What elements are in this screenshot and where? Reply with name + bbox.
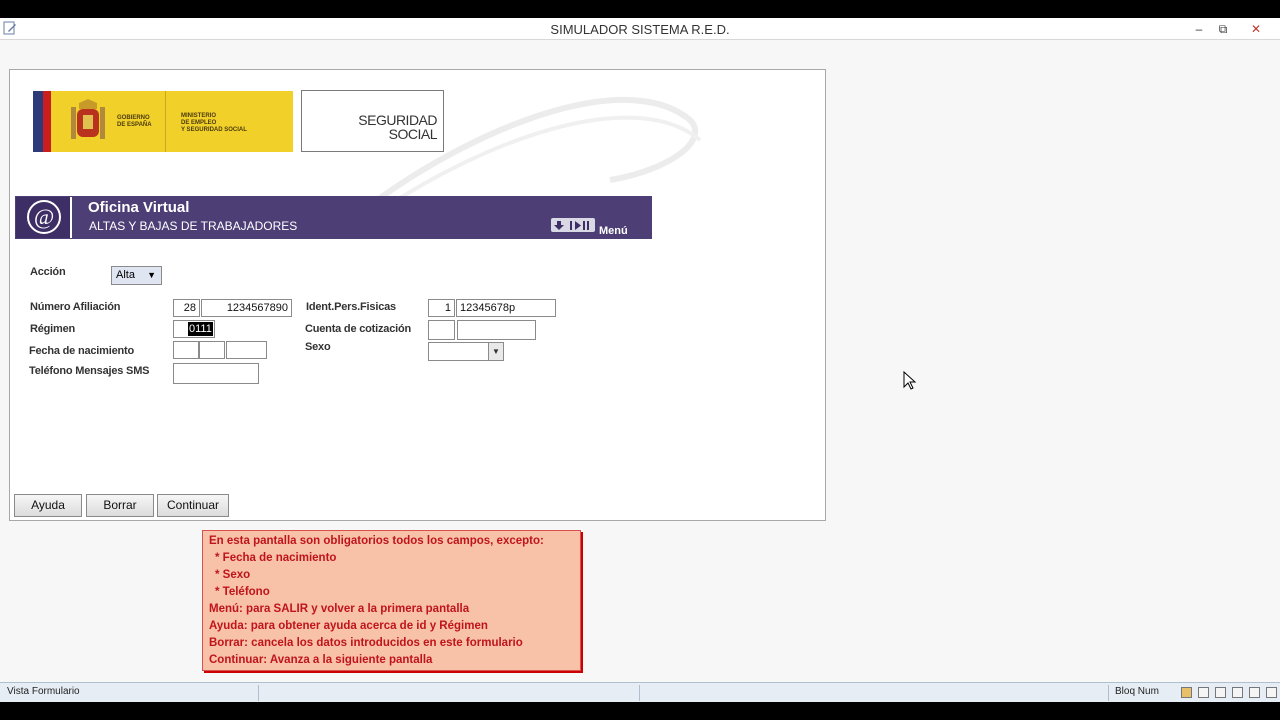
sexo-label: Sexo (305, 341, 331, 353)
form-panel: GOBIERNO DE ESPAÑA MINISTERIO DE EMPLEO … (9, 69, 826, 521)
fecha-dia-input[interactable] (173, 341, 199, 359)
status-divider (1108, 685, 1109, 701)
seguridad-social-text: SEGURIDAD SOCIAL (358, 113, 437, 141)
cuenta-cotizacion-label: Cuenta de cotización (305, 323, 412, 335)
close-button[interactable]: ✕ (1242, 19, 1270, 39)
status-vista: Vista Formulario (7, 686, 80, 697)
status-divider (258, 685, 259, 701)
application-window: SIMULADOR SISTEMA R.E.D. – ⧉ ✕ GOBIERNO … (0, 18, 1280, 702)
telefono-label: Teléfono Mensajes SMS (29, 365, 150, 377)
afiliacion-provincia-input[interactable]: 28 (173, 299, 200, 317)
coat-of-arms-icon (71, 99, 105, 139)
note-bullet: * Sexo (215, 569, 251, 581)
status-bloq-num: Bloq Num (1115, 686, 1159, 697)
chevron-down-icon[interactable]: ▼ (488, 343, 503, 360)
view-sheet-icon[interactable] (1198, 687, 1209, 698)
note-bullet: * Fecha de nacimiento (215, 552, 337, 564)
ayuda-button[interactable]: Ayuda (14, 494, 82, 517)
regimen-value: 0111 (188, 322, 213, 336)
ss-line-2: SOCIAL (388, 126, 438, 142)
cuenta-numero-input[interactable] (457, 320, 536, 340)
view-design-icon[interactable] (1232, 687, 1243, 698)
seguridad-social-logo: SEGURIDAD SOCIAL (301, 90, 444, 152)
ident-numero-input[interactable]: 12345678p (456, 299, 556, 317)
gobierno-logo: GOBIERNO DE ESPAÑA MINISTERIO DE EMPLEO … (33, 91, 293, 152)
cuenta-provincia-input[interactable] (428, 320, 455, 340)
afiliacion-label: Número Afiliación (30, 301, 121, 313)
accion-label: Acción (30, 266, 66, 278)
view-sql-icon[interactable] (1266, 687, 1277, 698)
instructions-note: En esta pantalla son obligatorios todos … (202, 530, 581, 671)
view-table-icon[interactable] (1249, 687, 1260, 698)
accion-value: Alta (116, 269, 135, 281)
fecha-anio-input[interactable] (226, 341, 267, 359)
window-title: SIMULADOR SISTEMA R.E.D. (550, 22, 730, 37)
banner-subtitle: ALTAS Y BAJAS DE TRABAJADORES (89, 219, 298, 233)
afiliacion-numero-input[interactable]: 1234567890 (201, 299, 292, 317)
sexo-select[interactable]: ▼ (428, 342, 504, 361)
regimen-input[interactable]: 0111 (173, 320, 215, 338)
flag-stripe-red (43, 91, 51, 152)
title-bar: SIMULADOR SISTEMA R.E.D. – ⧉ ✕ (0, 18, 1280, 40)
banner-title: Oficina Virtual (88, 199, 190, 216)
note-line: En esta pantalla son obligatorios todos … (209, 535, 544, 547)
status-bar: Vista Formulario Bloq Num (0, 682, 1280, 702)
menu-icon[interactable] (551, 218, 595, 232)
gobierno-text: GOBIERNO DE ESPAÑA (117, 115, 152, 128)
menu-link[interactable]: Menú (599, 225, 628, 237)
flag-stripe (33, 91, 43, 152)
logo-divider (165, 91, 166, 152)
at-sign-logo-icon: @ (16, 197, 72, 238)
fecha-mes-input[interactable] (199, 341, 225, 359)
fecha-nacimiento-label: Fecha de nacimiento (29, 345, 135, 357)
status-divider (639, 685, 640, 701)
oficina-virtual-banner: @ Oficina Virtual ALTAS Y BAJAS DE TRABA… (15, 196, 652, 239)
accion-select[interactable]: Alta ▼ (111, 266, 162, 285)
regimen-label: Régimen (30, 323, 76, 335)
telefono-input[interactable] (173, 363, 259, 384)
ministerio-text: MINISTERIO DE EMPLEO Y SEGURIDAD SOCIAL (181, 113, 247, 133)
note-line: Ayuda: para obtener ayuda acerca de id y… (209, 620, 488, 632)
view-form-icon[interactable] (1181, 687, 1192, 698)
note-line: Continuar: Avanza a la siguiente pantall… (209, 654, 433, 666)
content-area: GOBIERNO DE ESPAÑA MINISTERIO DE EMPLEO … (0, 40, 1280, 682)
note-line: Borrar: cancela los datos introducidos e… (209, 637, 523, 649)
dropdown-arrow-icon: ▼ (147, 270, 156, 280)
borrar-button[interactable]: Borrar (86, 494, 154, 517)
mouse-cursor-icon (903, 371, 917, 390)
ident-pers-label: Ident.Pers.Fisicas (306, 301, 396, 313)
restore-button[interactable]: ⧉ (1209, 19, 1237, 39)
note-bullet: * Teléfono (215, 586, 270, 598)
svg-text:@: @ (34, 204, 54, 229)
ss-line-1: SEGURIDAD (358, 112, 437, 128)
ident-tipo-input[interactable]: 1 (428, 299, 455, 317)
view-layout-icon[interactable] (1215, 687, 1226, 698)
continuar-button[interactable]: Continuar (157, 494, 229, 517)
note-line: Menú: para SALIR y volver a la primera p… (209, 603, 470, 615)
